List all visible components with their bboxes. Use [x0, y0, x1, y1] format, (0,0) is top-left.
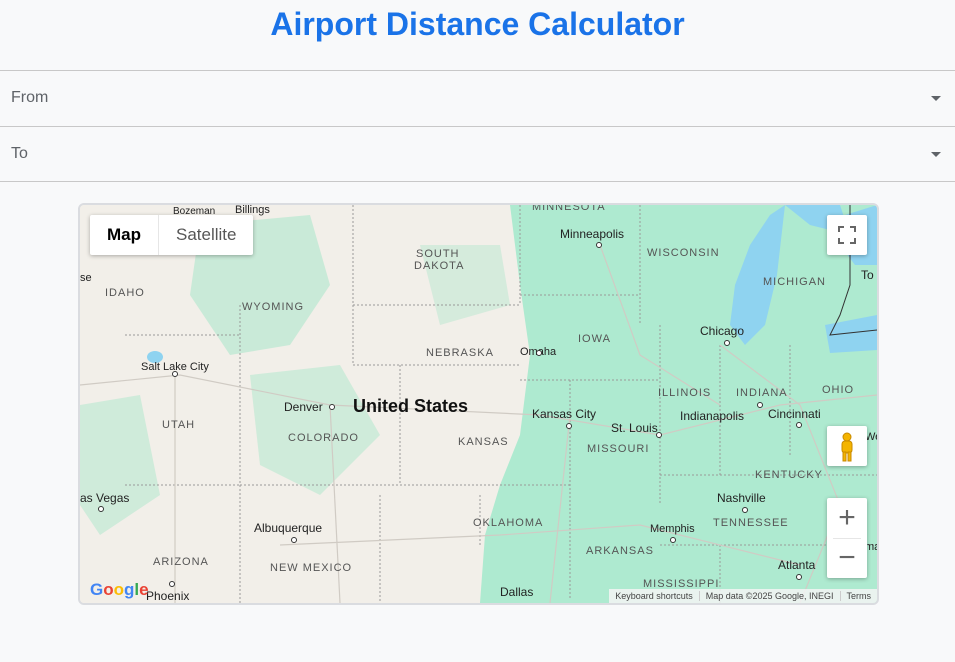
state-label: KANSAS [458, 436, 509, 448]
city-label: as Vegas [80, 491, 130, 505]
city-label: Albuquerque [254, 521, 323, 535]
fullscreen-icon [838, 226, 856, 244]
city-dot [656, 432, 662, 438]
city-dot [98, 506, 104, 512]
to-label: To [11, 145, 28, 162]
city-dot [742, 507, 748, 513]
state-label: UTAH [162, 419, 196, 431]
state-label: SOUTH [416, 248, 460, 260]
city-dot [796, 422, 802, 428]
state-label: WYOMING [242, 301, 304, 313]
state-label: COLORADO [288, 432, 359, 444]
street-view-pegman-button[interactable] [827, 426, 867, 466]
from-label: From [11, 89, 49, 106]
chevron-down-icon [931, 96, 941, 101]
zoom-control: + − [827, 498, 867, 578]
state-label: TENNESSEE [713, 517, 789, 529]
city-label: se [80, 272, 92, 284]
city-label: Phoenix [146, 589, 190, 603]
city-label: Indianapolis [680, 409, 745, 423]
city-dot [536, 350, 542, 356]
city-dot [169, 581, 175, 587]
state-label: IDAHO [105, 287, 145, 299]
zoom-in-button[interactable]: + [827, 498, 867, 538]
city-label: Dallas [500, 585, 534, 599]
city-label: St. Louis [611, 421, 658, 435]
map-attribution: Keyboard shortcuts Map data ©2025 Google… [609, 589, 877, 603]
to-select[interactable]: To [0, 126, 955, 181]
city-label: Nashville [717, 491, 766, 505]
city-label: Kansas City [532, 407, 597, 421]
state-label: MICHIGAN [763, 276, 826, 288]
city-dot [291, 537, 297, 543]
state-label: MINNESOTA [532, 203, 606, 213]
city-label: Minneapolis [560, 227, 625, 241]
divider [0, 181, 955, 182]
city-dot [596, 242, 602, 248]
state-label: KENTUCKY [755, 469, 823, 481]
fullscreen-button[interactable] [827, 215, 867, 255]
state-label: IOWA [578, 333, 611, 345]
state-label: NEBRASKA [426, 347, 494, 359]
from-select[interactable]: From [0, 70, 955, 125]
city-dot [796, 574, 802, 580]
state-label: MISSOURI [587, 443, 650, 455]
state-label: NEW MEXICO [270, 562, 353, 574]
city-label: Chicago [700, 324, 745, 338]
google-logo: Google [90, 580, 149, 599]
map-view[interactable]: SOUTH DAKOTA WISCONSIN MICHIGAN IDAHO WY… [78, 203, 879, 605]
state-label: INDIANA [736, 387, 788, 399]
map-type-map-button[interactable]: Map [90, 215, 158, 255]
map-data-text: Map data ©2025 Google, INEGI [698, 591, 840, 601]
state-label: OKLAHOMA [473, 517, 544, 529]
pegman-icon [841, 432, 853, 462]
zoom-out-button[interactable]: − [827, 538, 867, 578]
city-dot [757, 402, 763, 408]
terms-link[interactable]: Terms [839, 591, 878, 601]
state-label: ARIZONA [153, 556, 209, 568]
city-label: Memphis [650, 523, 695, 535]
city-dot [566, 423, 572, 429]
city-label: Atlanta [778, 558, 816, 572]
map-type-satellite-button[interactable]: Satellite [158, 215, 253, 255]
city-label: ma [865, 541, 879, 553]
chevron-down-icon [931, 152, 941, 157]
state-label: OHIO [822, 384, 855, 396]
state-label: ARKANSAS [586, 545, 654, 557]
city-dot [670, 537, 676, 543]
city-label: To [861, 268, 874, 282]
page-title: Airport Distance Calculator [270, 6, 685, 42]
city-label: We [865, 431, 877, 443]
state-label: WISCONSIN [647, 247, 720, 259]
map-type-control: Map Satellite [90, 215, 254, 255]
city-label: Denver [284, 400, 323, 414]
city-dot [724, 340, 730, 346]
keyboard-shortcuts-link[interactable]: Keyboard shortcuts [609, 591, 699, 601]
country-label: United States [353, 396, 469, 416]
state-label: DAKOTA [414, 260, 465, 272]
city-dot [172, 371, 178, 377]
city-dot [329, 404, 335, 410]
state-label: ILLINOIS [658, 387, 712, 399]
city-label: Cincinnati [768, 407, 821, 421]
